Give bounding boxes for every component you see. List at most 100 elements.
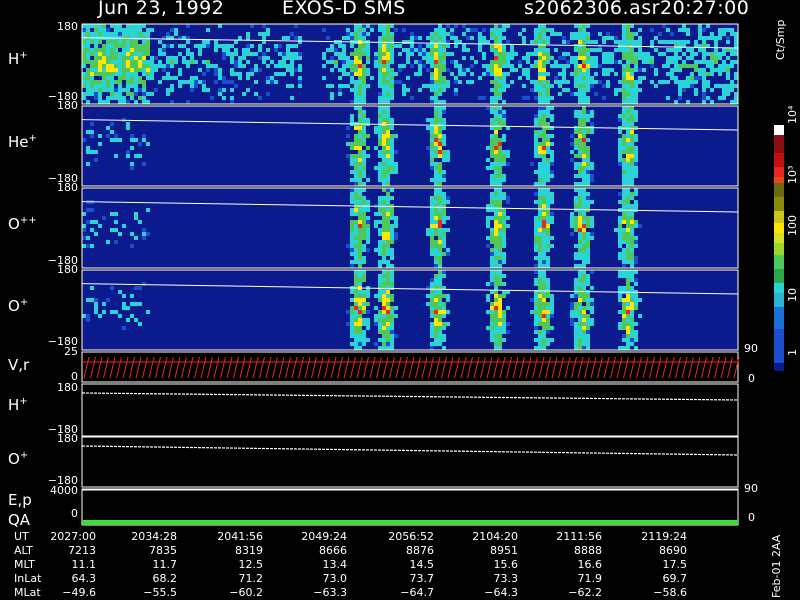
spectrogram-cell xyxy=(398,44,402,48)
spectrogram-cell xyxy=(382,228,386,232)
spectrogram-cell xyxy=(390,158,394,162)
spectrogram-cell xyxy=(582,216,586,220)
spectrogram-cell xyxy=(354,64,358,68)
spectrogram-cell xyxy=(338,88,342,92)
spectrogram-cell xyxy=(350,248,354,252)
spectrogram-cell xyxy=(150,60,154,64)
spectrogram-cell xyxy=(442,346,446,350)
spectrogram-cell xyxy=(358,318,362,322)
spectrogram-cell xyxy=(638,298,642,302)
spectrogram-cell xyxy=(626,178,630,182)
spectrogram-cell xyxy=(438,138,442,142)
spectrogram-cell xyxy=(494,342,498,346)
spectrogram-cell xyxy=(230,56,234,60)
spectrogram-cell xyxy=(534,338,538,342)
spectrogram-cell xyxy=(622,298,626,302)
spectrogram-cell xyxy=(434,64,438,68)
spectrogram-cell xyxy=(114,52,118,56)
spectrogram-cell xyxy=(498,170,502,174)
spectrogram-cell xyxy=(246,72,250,76)
spectrogram-cell xyxy=(114,40,118,44)
spectrogram-cell xyxy=(694,92,698,96)
spectrogram-cell xyxy=(622,32,626,36)
spectrogram-cell xyxy=(574,36,578,40)
spectrogram-cell xyxy=(538,106,542,110)
spectrogram-cell xyxy=(558,80,562,84)
spectrogram-cell xyxy=(518,64,522,68)
spectrogram-cell xyxy=(546,338,550,342)
spectrogram-cell xyxy=(586,178,590,182)
spectrogram-cell xyxy=(138,302,142,306)
spectrogram-cell xyxy=(602,68,606,72)
spectrogram-cell xyxy=(90,68,94,72)
spectrogram-cell xyxy=(494,96,498,100)
spectrogram-cell xyxy=(378,298,382,302)
spectrogram-cell xyxy=(546,106,550,110)
spectrogram-cell xyxy=(730,100,734,104)
spectrogram-cell xyxy=(142,228,146,232)
spectrogram-cell xyxy=(106,32,110,36)
spectrogram-cell xyxy=(362,52,366,56)
spectrogram-cell xyxy=(586,96,590,100)
spectrogram-cell xyxy=(634,166,638,170)
spectrogram-cell xyxy=(478,76,482,80)
spectrogram-cell xyxy=(630,84,634,88)
spectrogram-cell xyxy=(478,32,482,36)
spectrogram-cell xyxy=(122,64,126,68)
spectrogram-cell xyxy=(538,216,542,220)
spectrogram-cell xyxy=(490,134,494,138)
spectrogram-cell xyxy=(502,28,506,32)
spectrogram-cell xyxy=(90,228,94,232)
spectrogram-cell xyxy=(438,232,442,236)
spectrogram-cell xyxy=(174,60,178,64)
spectrogram-cell xyxy=(130,52,134,56)
spectrogram-cell xyxy=(582,232,586,236)
spectrogram-cell xyxy=(690,64,694,68)
spectrogram-cell xyxy=(514,52,518,56)
spectrogram-cell xyxy=(374,212,378,216)
spectrogram-cell xyxy=(634,40,638,44)
spectrogram-cell xyxy=(382,106,386,110)
spectrogram-cell xyxy=(586,154,590,158)
spectrogram-cell xyxy=(682,84,686,88)
spectrogram-cell xyxy=(162,44,166,48)
spectrogram-cell xyxy=(498,270,502,274)
spectrogram-cell xyxy=(214,80,218,84)
spectrogram-cell xyxy=(502,174,506,178)
spectrogram-cell xyxy=(634,134,638,138)
spectrogram-cell xyxy=(586,24,590,28)
spectrogram-cell xyxy=(426,232,430,236)
spectrogram-cell xyxy=(678,48,682,52)
spectrogram-cell xyxy=(298,84,302,88)
spectrogram-cell xyxy=(142,68,146,72)
spectrogram-cell xyxy=(686,84,690,88)
table-cell: −58.6 xyxy=(653,586,687,599)
spectrogram-cell xyxy=(122,28,126,32)
spectrogram-cell xyxy=(574,286,578,290)
spectrogram-cell xyxy=(546,72,550,76)
spectrogram-cell xyxy=(346,84,350,88)
spectrogram-cell xyxy=(574,64,578,68)
spectrogram-cell xyxy=(134,80,138,84)
spectrogram-cell xyxy=(214,44,218,48)
spectrogram-cell xyxy=(542,48,546,52)
spectrogram-cell xyxy=(382,196,386,200)
spectrogram-cell xyxy=(718,96,722,100)
spectrogram-cell xyxy=(654,48,658,52)
spectrogram-cell xyxy=(94,92,98,96)
spectrogram-cell xyxy=(386,220,390,224)
spectrogram-cell xyxy=(110,60,114,64)
spectrogram-cell xyxy=(198,52,202,56)
spectrogram-cell xyxy=(674,56,678,60)
spectrogram-cell xyxy=(94,64,98,68)
spectrogram-cell xyxy=(438,178,442,182)
spectrogram-cell xyxy=(638,52,642,56)
spectrogram-cell xyxy=(446,80,450,84)
spectrogram-cell xyxy=(626,142,630,146)
colorbar-segment xyxy=(774,329,784,363)
spectrogram-cell xyxy=(558,84,562,88)
spectrogram-cell xyxy=(494,264,498,268)
spectrogram-cell xyxy=(390,24,394,28)
spectrogram-cell xyxy=(414,72,418,76)
spectrogram-cell xyxy=(586,32,590,36)
